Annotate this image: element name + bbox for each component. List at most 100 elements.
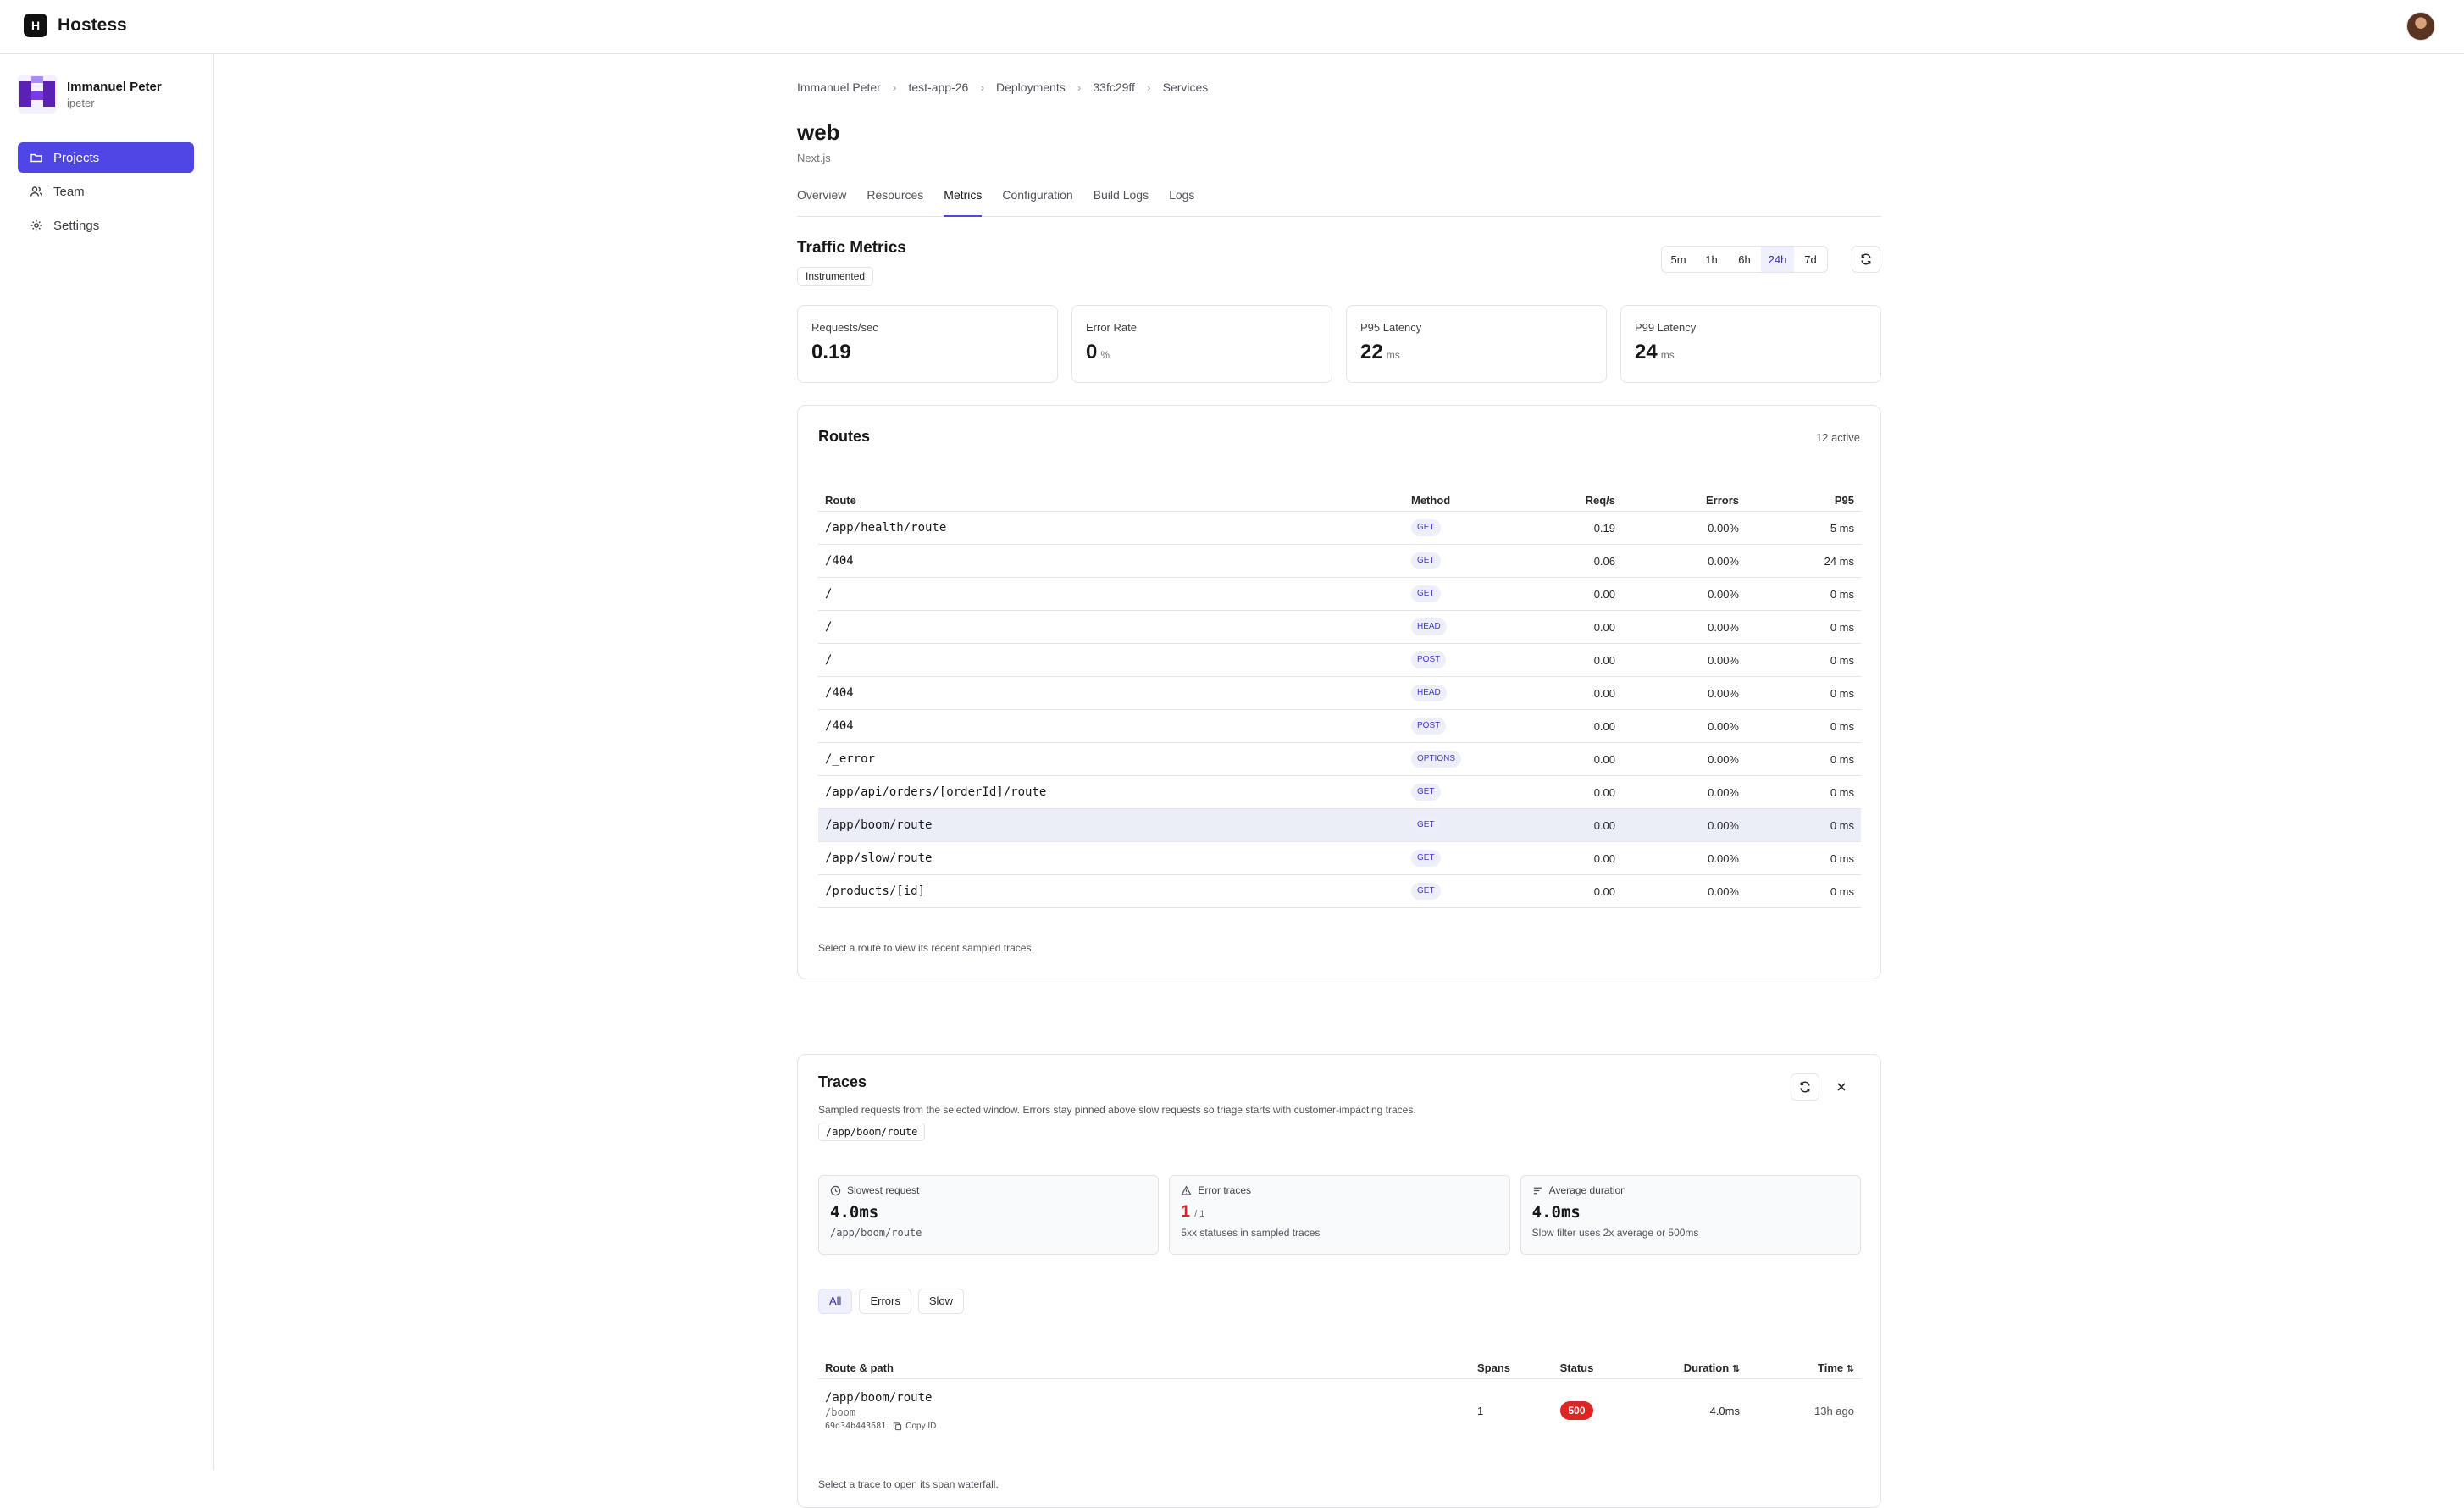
sidebar-item-settings[interactable]: Settings	[18, 210, 194, 241]
stat-label: Error Rate	[1086, 321, 1137, 334]
route-path: /app/health/route	[825, 521, 947, 535]
column-header: Status	[1559, 1361, 1594, 1374]
refresh-metrics-button[interactable]	[1852, 246, 1880, 273]
breadcrumb-item-services[interactable]: Services	[1163, 80, 1209, 94]
trace-spans: 1	[1477, 1404, 1484, 1417]
tab-build-logs[interactable]: Build Logs	[1094, 180, 1149, 217]
route-req-rate: 0.00	[1593, 719, 1615, 733]
summary-sub: 5xx statuses in sampled traces	[1181, 1227, 1321, 1239]
tab-resources[interactable]: Resources	[867, 180, 923, 217]
sort-duration-header[interactable]: Duration ⇅	[1616, 1361, 1740, 1374]
routes-table: Route Method Req/s Errors P95 /app/healt…	[818, 489, 1861, 908]
trace-path: /boom	[825, 1405, 856, 1418]
route-error-rate: 0.00%	[1708, 521, 1739, 535]
refresh-icon	[1800, 1081, 1810, 1093]
user-avatar	[18, 75, 57, 114]
table-row[interactable]: / POST 0.00 0.00% 0 ms	[818, 644, 1861, 677]
tab-logs[interactable]: Logs	[1169, 180, 1194, 217]
stat-value: 24	[1635, 341, 1658, 363]
table-row[interactable]: /app/slow/route GET 0.00 0.00% 0 ms	[818, 842, 1861, 875]
sidebar: Immanuel Peter ipeter Projects Team Sett…	[0, 54, 214, 1470]
table-row[interactable]: / HEAD 0.00 0.00% 0 ms	[818, 611, 1861, 644]
trace-row[interactable]: /app/boom/route /boom 69d34b443681 Copy …	[818, 1379, 1861, 1442]
folder-icon	[30, 153, 42, 163]
sidebar-item-label: Settings	[53, 218, 100, 233]
route-path: /app/boom/route	[825, 818, 933, 832]
tab-configuration[interactable]: Configuration	[1002, 180, 1072, 217]
table-row[interactable]: /products/[id] GET 0.00 0.00% 0 ms	[818, 875, 1861, 908]
filter-errors-button[interactable]: Errors	[859, 1289, 911, 1314]
route-p95: 0 ms	[1830, 719, 1854, 733]
route-path: /app/slow/route	[825, 851, 933, 865]
table-row[interactable]: / GET 0.00 0.00% 0 ms	[818, 578, 1861, 611]
stat-cards: Requests/sec 0.19 Error Rate 0% P95 Late…	[797, 305, 1881, 383]
stat-value: 0.19	[811, 341, 851, 363]
tab-overview[interactable]: Overview	[797, 180, 846, 217]
brand-logo: H	[24, 14, 47, 37]
user-profile[interactable]: Immanuel Peter ipeter	[18, 75, 162, 114]
sidebar-item-team[interactable]: Team	[18, 176, 194, 207]
trace-id: 69d34b443681	[825, 1421, 887, 1431]
page-subtitle: Next.js	[797, 152, 831, 164]
column-header: Time	[1818, 1361, 1844, 1374]
filter-slow-button[interactable]: Slow	[917, 1289, 965, 1314]
table-row[interactable]: /app/boom/route GET 0.00 0.00% 0 ms	[818, 809, 1861, 842]
page-title: web	[797, 119, 840, 145]
breadcrumb-item-deployment[interactable]: 33fc29ff	[1093, 80, 1135, 94]
refresh-traces-button[interactable]	[1791, 1073, 1819, 1101]
tab-bar: Overview Resources Metrics Configuration…	[797, 180, 1881, 217]
range-7d-button[interactable]: 7d	[1794, 247, 1827, 272]
route-req-rate: 0.00	[1593, 653, 1615, 667]
range-1h-button[interactable]: 1h	[1695, 247, 1728, 272]
user-name: Immanuel Peter	[67, 79, 162, 94]
sort-time-header[interactable]: Time ⇅	[1740, 1361, 1861, 1374]
summary-slowest-request: Slowest request 4.0ms /app/boom/route	[818, 1175, 1160, 1255]
breadcrumb-item-deployments[interactable]: Deployments	[996, 80, 1066, 94]
table-row[interactable]: /_error OPTIONS 0.00 0.00% 0 ms	[818, 743, 1861, 776]
close-icon	[1837, 1083, 1846, 1091]
method-badge: GET	[1411, 817, 1441, 834]
summary-total: / 1	[1194, 1209, 1205, 1219]
route-p95: 24 ms	[1824, 554, 1854, 568]
table-row[interactable]: /app/health/route GET 0.19 0.00% 5 ms	[818, 512, 1861, 545]
route-p95: 0 ms	[1830, 587, 1854, 601]
refresh-icon	[1861, 253, 1871, 265]
sidebar-item-projects[interactable]: Projects	[18, 142, 194, 173]
top-bar: H Hostess	[0, 0, 2464, 54]
route-error-rate: 0.00%	[1708, 620, 1739, 634]
range-24h-button[interactable]: 24h	[1761, 247, 1794, 272]
summary-error-traces: Error traces 1 / 1 5xx statuses in sampl…	[1169, 1175, 1510, 1255]
account-avatar[interactable]	[2406, 12, 2435, 41]
route-error-rate: 0.00%	[1708, 752, 1739, 766]
sort-icon: ⇅	[1731, 1363, 1740, 1374]
route-req-rate: 0.00	[1593, 818, 1615, 832]
column-header: Method	[1411, 493, 1451, 507]
method-badge: GET	[1411, 883, 1441, 900]
table-row[interactable]: /404 HEAD 0.00 0.00% 0 ms	[818, 677, 1861, 710]
range-5m-button[interactable]: 5m	[1662, 247, 1695, 272]
trace-time: 13h ago	[1814, 1404, 1854, 1417]
route-path: /	[825, 653, 833, 667]
route-p95: 0 ms	[1830, 884, 1854, 898]
method-badge: OPTIONS	[1411, 751, 1462, 768]
method-badge: HEAD	[1411, 618, 1447, 635]
column-header: Route	[825, 493, 856, 507]
stat-label: P95 Latency	[1360, 321, 1422, 334]
range-6h-button[interactable]: 6h	[1728, 247, 1761, 272]
route-p95: 0 ms	[1830, 785, 1854, 799]
close-traces-button[interactable]	[1827, 1073, 1856, 1101]
sidebar-item-label: Team	[53, 184, 85, 199]
route-req-rate: 0.06	[1593, 554, 1615, 568]
table-row[interactable]: /404 GET 0.06 0.00% 24 ms	[818, 545, 1861, 578]
table-row[interactable]: /404 POST 0.00 0.00% 0 ms	[818, 710, 1861, 743]
table-row[interactable]: /app/api/orders/[orderId]/route GET 0.00 0.…	[818, 776, 1861, 809]
filter-all-button[interactable]: All	[818, 1289, 853, 1314]
brand[interactable]: H Hostess	[24, 14, 127, 37]
breadcrumb-item-user[interactable]: Immanuel Peter	[797, 80, 881, 94]
breadcrumb-item-project[interactable]: test-app-26	[909, 80, 969, 94]
stat-label: P99 Latency	[1635, 321, 1697, 334]
copy-id-button[interactable]: Copy ID	[893, 1422, 936, 1431]
route-error-rate: 0.00%	[1708, 851, 1739, 865]
tab-metrics[interactable]: Metrics	[944, 180, 983, 217]
summary-label: Average duration	[1548, 1184, 1626, 1196]
